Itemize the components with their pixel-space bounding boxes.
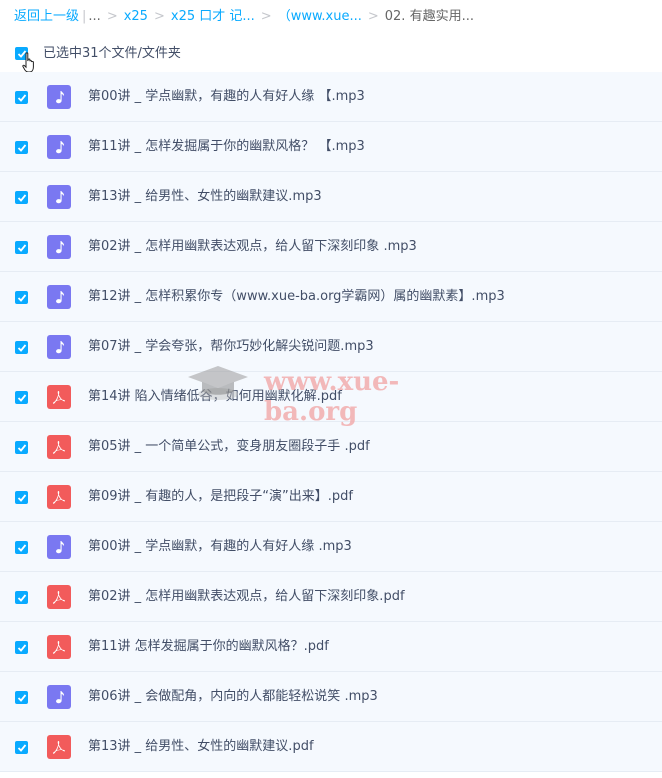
hand-cursor-icon — [22, 52, 34, 73]
file-name[interactable]: 第00讲 _ 学点幽默，有趣的人有好人缘 【.mp3 — [88, 88, 365, 106]
file-row[interactable]: 第12讲 _ 怎样积累你专（www.xue-ba.org学霸网）属的幽默素】.m… — [0, 272, 662, 322]
check-icon — [17, 644, 27, 652]
file-name[interactable]: 第12讲 _ 怎样积累你专（www.xue-ba.org学霸网）属的幽默素】.m… — [88, 288, 505, 306]
check-icon — [17, 194, 27, 202]
check-icon — [17, 144, 27, 152]
file-checkbox[interactable] — [15, 141, 28, 154]
breadcrumb-separator: > — [153, 9, 165, 24]
file-row[interactable]: 第06讲 _ 会做配角，内向的人都能轻松说笑 .mp3 — [0, 672, 662, 722]
file-checkbox[interactable] — [15, 541, 28, 554]
file-name[interactable]: 第00讲 _ 学点幽默，有趣的人有好人缘 .mp3 — [88, 538, 352, 556]
file-name[interactable]: 第11讲 _ 怎样发掘属于你的幽默风格？ 【.mp3 — [88, 138, 365, 156]
music-file-icon — [47, 235, 71, 259]
pdf-file-icon — [47, 585, 71, 609]
breadcrumb-item[interactable]: x25 — [124, 9, 148, 24]
check-icon — [17, 244, 27, 252]
file-row[interactable]: 第13讲 _ 给男性、女性的幽默建议.mp3 — [0, 172, 662, 222]
breadcrumb-item[interactable]: （www.xue... — [278, 9, 362, 24]
selection-bar: 已选中31个文件/文件夹 — [0, 38, 662, 73]
breadcrumb-divider: | — [82, 9, 87, 24]
file-checkbox[interactable] — [15, 591, 28, 604]
file-row[interactable]: 第09讲 _ 有趣的人，是把段子“演”出来】.pdf — [0, 472, 662, 522]
check-icon — [17, 744, 27, 752]
file-name[interactable]: 第14讲 陷入情绪低谷，如何用幽默化解.pdf — [88, 388, 342, 406]
file-checkbox[interactable] — [15, 691, 28, 704]
file-row[interactable]: 第14讲 陷入情绪低谷，如何用幽默化解.pdf — [0, 372, 662, 422]
breadcrumb: 返回上一级 |... > x25 > x25 口才 记... > （www.xue... >02… — [14, 8, 654, 26]
file-name[interactable]: 第05讲 _ 一个简单公式，变身朋友圈段子手 .pdf — [88, 438, 370, 456]
music-file-icon — [47, 85, 71, 109]
check-icon — [17, 594, 27, 602]
check-icon — [17, 294, 27, 302]
file-checkbox[interactable] — [15, 391, 28, 404]
music-file-icon — [47, 185, 71, 209]
file-row[interactable]: 第00讲 _ 学点幽默，有趣的人有好人缘 【.mp3 — [0, 72, 662, 122]
pdf-file-icon — [47, 635, 71, 659]
file-checkbox[interactable] — [15, 91, 28, 104]
file-checkbox[interactable] — [15, 741, 28, 754]
breadcrumb-ellipsis[interactable]: ... — [88, 9, 100, 24]
pdf-file-icon — [47, 485, 71, 509]
pdf-file-icon — [47, 735, 71, 759]
breadcrumb-separator: > — [260, 9, 272, 24]
file-row[interactable]: 第11讲 _ 怎样发掘属于你的幽默风格？ 【.mp3 — [0, 122, 662, 172]
file-name[interactable]: 第13讲 _ 给男性、女性的幽默建议.mp3 — [88, 188, 322, 206]
file-checkbox[interactable] — [15, 641, 28, 654]
music-file-icon — [47, 535, 71, 559]
music-file-icon — [47, 685, 71, 709]
file-row[interactable]: 第07讲 _ 学会夸张，帮你巧妙化解尖锐问题.mp3 — [0, 322, 662, 372]
file-row[interactable]: 第02讲 _ 怎样用幽默表达观点，给人留下深刻印象.pdf — [0, 572, 662, 622]
file-name[interactable]: 第02讲 _ 怎样用幽默表达观点，给人留下深刻印象 .mp3 — [88, 238, 417, 256]
check-icon — [17, 694, 27, 702]
file-name[interactable]: 第09讲 _ 有趣的人，是把段子“演”出来】.pdf — [88, 488, 353, 506]
music-file-icon — [47, 335, 71, 359]
music-file-icon — [47, 135, 71, 159]
selection-count-text: 已选中31个文件/文件夹 — [43, 46, 181, 61]
file-row[interactable]: 第02讲 _ 怎样用幽默表达观点，给人留下深刻印象 .mp3 — [0, 222, 662, 272]
pdf-file-icon — [47, 385, 71, 409]
check-icon — [17, 494, 27, 502]
check-icon — [17, 444, 27, 452]
music-file-icon — [47, 285, 71, 309]
file-name[interactable]: 第06讲 _ 会做配角，内向的人都能轻松说笑 .mp3 — [88, 688, 378, 706]
breadcrumb-item[interactable]: x25 口才 记... — [171, 9, 255, 24]
check-icon — [17, 94, 27, 102]
file-row[interactable]: 第13讲 _ 给男性、女性的幽默建议.pdf — [0, 722, 662, 772]
file-row[interactable]: 第05讲 _ 一个简单公式，变身朋友圈段子手 .pdf — [0, 422, 662, 472]
check-icon — [17, 544, 27, 552]
file-checkbox[interactable] — [15, 441, 28, 454]
pdf-file-icon — [47, 435, 71, 459]
file-checkbox[interactable] — [15, 241, 28, 254]
breadcrumb-separator: > — [367, 9, 379, 24]
breadcrumb-separator: > — [106, 9, 118, 24]
breadcrumb-current: 02. 有趣实用... — [384, 9, 474, 24]
file-name[interactable]: 第02讲 _ 怎样用幽默表达观点，给人留下深刻印象.pdf — [88, 588, 405, 606]
file-checkbox[interactable] — [15, 191, 28, 204]
file-checkbox[interactable] — [15, 341, 28, 354]
file-checkbox[interactable] — [15, 291, 28, 304]
file-row[interactable]: 第00讲 _ 学点幽默，有趣的人有好人缘 .mp3 — [0, 522, 662, 572]
file-checkbox[interactable] — [15, 491, 28, 504]
check-icon — [17, 344, 27, 352]
file-name[interactable]: 第07讲 _ 学会夸张，帮你巧妙化解尖锐问题.mp3 — [88, 338, 374, 356]
file-name[interactable]: 第11讲 怎样发掘属于你的幽默风格？.pdf — [88, 638, 329, 656]
file-row[interactable]: 第11讲 怎样发掘属于你的幽默风格？.pdf — [0, 622, 662, 672]
check-icon — [17, 394, 27, 402]
back-link[interactable]: 返回上一级 — [14, 9, 79, 24]
file-list: 第00讲 _ 学点幽默，有趣的人有好人缘 【.mp3 第11讲 _ 怎样发掘属于你… — [0, 72, 662, 772]
file-name[interactable]: 第13讲 _ 给男性、女性的幽默建议.pdf — [88, 738, 314, 756]
